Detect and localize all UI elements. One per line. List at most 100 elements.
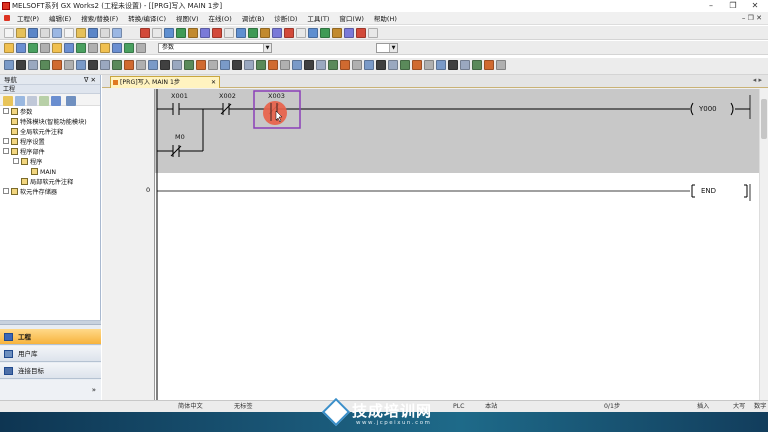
toolbar-button-icon[interactable] [268,60,278,70]
toolbar-button-icon[interactable] [100,28,110,38]
toolbar-button-icon[interactable] [232,60,242,70]
toolbar-button-icon[interactable] [172,60,182,70]
toolbar-button-icon[interactable] [40,60,50,70]
toolbar-button-icon[interactable] [100,60,110,70]
close-icon[interactable]: ✕ [211,77,216,88]
toolbar-button-icon[interactable] [296,28,306,38]
toolbar-button-icon[interactable] [88,28,98,38]
toolbar-button-icon[interactable] [352,60,362,70]
toolbar-button-icon[interactable] [148,60,158,70]
toolbar-button-icon[interactable] [236,28,246,38]
toolbar-button-icon[interactable] [284,28,294,38]
menu-edit[interactable]: 编辑(E) [44,13,76,23]
toolbar-button-icon[interactable] [136,60,146,70]
toolbar-button-icon[interactable] [196,60,206,70]
toolbar-button-icon[interactable] [112,60,122,70]
toolbar-button-icon[interactable] [88,60,98,70]
toolbar-button-icon[interactable] [4,43,14,53]
toolbar-button-icon[interactable] [40,28,50,38]
tree-item[interactable]: 参数 [3,108,32,118]
expand-icon[interactable] [3,188,9,194]
nav-tab-project[interactable]: 工程 [0,329,101,345]
find-icon[interactable] [66,96,76,106]
scrollbar-thumb[interactable] [761,99,767,139]
toolbar-button-icon[interactable] [28,60,38,70]
menu-find-replace[interactable]: 搜索/替换(F) [76,13,123,23]
toolbar-button-icon[interactable] [160,60,170,70]
toolbar-button-icon[interactable] [368,28,378,38]
toolbar-button-icon[interactable] [292,60,302,70]
toolbar-button-icon[interactable] [4,60,14,70]
properties-icon[interactable] [51,96,61,106]
toolbar-button-icon[interactable] [280,60,290,70]
restore-button[interactable]: ❐ [722,0,744,12]
more-icon[interactable]: » [92,386,96,394]
collapse-icon[interactable] [3,108,9,114]
new-item-icon[interactable] [3,96,13,106]
toolbar-button-icon[interactable] [224,28,234,38]
toolbar-button-icon[interactable] [308,28,318,38]
toolbar-button-icon[interactable] [52,28,62,38]
toolbar-button-icon[interactable] [424,60,434,70]
vertical-scrollbar[interactable] [759,89,768,400]
copy-icon[interactable] [27,96,37,106]
splitter-handle[interactable] [0,321,101,325]
toolbar-button-icon[interactable] [76,28,86,38]
menu-debug[interactable]: 调试(B) [237,13,270,23]
toolbar-button-icon[interactable] [340,60,350,70]
toolbar-button-icon[interactable] [124,60,134,70]
toolbar-button-icon[interactable] [260,28,270,38]
menu-diagnostics[interactable]: 诊断(D) [269,13,302,23]
minimize-button[interactable]: – [700,0,722,12]
toolbar-button-icon[interactable] [112,28,122,38]
toolbar-button-icon[interactable] [484,60,494,70]
collapse-icon[interactable] [3,148,9,154]
tree-item[interactable]: 特殊模块(智能功能模块) [3,118,87,128]
nav-pin-close[interactable]: ᐁ ✕ [84,75,96,85]
toolbar-button-icon[interactable] [136,43,146,53]
tab-scroll-arrows[interactable]: ◂ ▸ [753,76,762,84]
toolbar-button-icon[interactable] [28,43,38,53]
tree-item[interactable]: MAIN [23,168,56,178]
toolbar-button-icon[interactable] [184,60,194,70]
toolbar-button-icon[interactable] [124,43,134,53]
toolbar-button-icon[interactable] [412,60,422,70]
tree-item[interactable]: 局部软元件注释 [13,178,73,188]
chevron-down-icon[interactable]: ▼ [389,44,397,52]
paste-icon[interactable] [39,96,49,106]
toolbar-button-icon[interactable] [272,28,282,38]
ladder-diagram[interactable] [155,89,760,400]
toolbar-button-icon[interactable] [40,43,50,53]
mdi-controls[interactable]: – ❐ ✕ [742,14,762,22]
toolbar-button-icon[interactable] [200,28,210,38]
toolbar-button-icon[interactable] [344,28,354,38]
toolbar-button-icon[interactable] [256,60,266,70]
nav-tab-user-library[interactable]: 用户库 [0,346,101,362]
menu-convert[interactable]: 转换/编译(C) [123,13,171,23]
toolbar-button-icon[interactable] [88,43,98,53]
toolbar-button-icon[interactable] [112,43,122,53]
toolbar-button-icon[interactable] [220,60,230,70]
toolbar-button-icon[interactable] [208,60,218,70]
menu-help[interactable]: 帮助(H) [369,13,402,23]
toolbar-button-icon[interactable] [100,43,110,53]
toolbar-button-icon[interactable] [388,60,398,70]
toolbar-button-icon[interactable] [64,28,74,38]
menu-tool[interactable]: 工具(T) [302,13,334,23]
toolbar-button-icon[interactable] [176,28,186,38]
toolbar-button-icon[interactable] [188,28,198,38]
toolbar-button-icon[interactable] [4,28,14,38]
toolbar-button-icon[interactable] [244,60,254,70]
toolbar-button-icon[interactable] [496,60,506,70]
toolbar-button-icon[interactable] [64,60,74,70]
toolbar-button-icon[interactable] [52,60,62,70]
ladder-editor[interactable]: X001 X002 X003 M0 Y000 END [154,89,760,400]
toolbar-button-icon[interactable] [76,60,86,70]
tree-item[interactable]: 程序部件 [3,148,45,158]
close-button[interactable]: ✕ [744,0,766,12]
toolbar-button-icon[interactable] [448,60,458,70]
menu-project[interactable]: 工程(P) [12,13,44,23]
menu-online[interactable]: 在线(O) [204,13,237,23]
expand-icon[interactable] [3,138,9,144]
tree-item[interactable]: 程序设置 [3,138,45,148]
